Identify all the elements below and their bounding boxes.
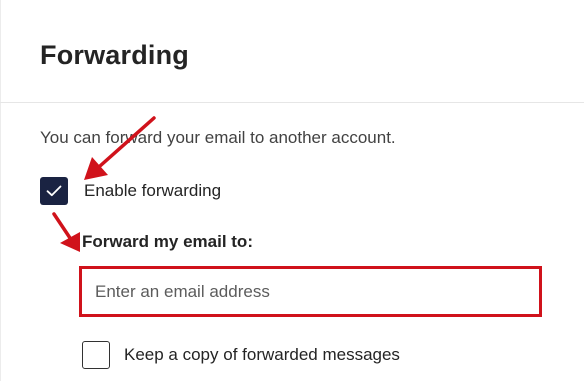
- header-divider: [0, 102, 584, 103]
- keep-copy-label: Keep a copy of forwarded messages: [124, 345, 400, 364]
- section-title: Forwarding: [40, 40, 189, 70]
- forward-email-field-highlight: [79, 266, 542, 317]
- panel-left-border: [0, 0, 1, 381]
- keep-copy-option[interactable]: Keep a copy of forwarded messages: [82, 340, 400, 370]
- checkmark-icon: [46, 185, 62, 197]
- red-arrow-icon: [52, 212, 80, 252]
- enable-forwarding-label: Enable forwarding: [84, 181, 222, 200]
- forward-email-input[interactable]: [82, 269, 539, 314]
- forward-to-label: Forward my email to:: [82, 232, 253, 251]
- enable-forwarding-option[interactable]: Enable forwarding: [40, 176, 221, 206]
- keep-copy-checkbox[interactable]: [82, 341, 110, 369]
- enable-forwarding-checkbox[interactable]: [40, 177, 68, 205]
- section-description: You can forward your email to another ac…: [40, 128, 396, 147]
